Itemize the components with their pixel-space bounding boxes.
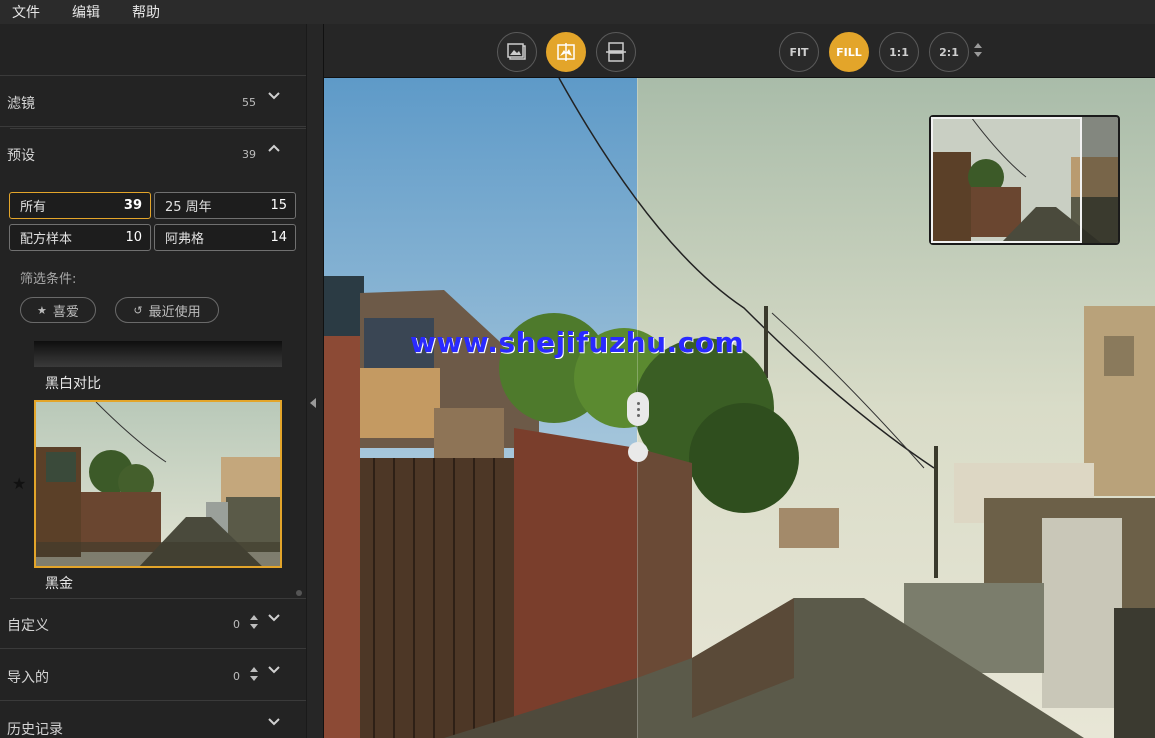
section-filters-count: 55 [242, 96, 256, 109]
preset-thumbnail-selected[interactable] [34, 400, 282, 568]
sidebar-top-area [0, 24, 306, 76]
menu-bar: 文件 编辑 帮助 [0, 0, 1155, 24]
divider [10, 128, 306, 129]
chip-count: 14 [270, 230, 287, 245]
section-custom-title: 自定义 [7, 618, 49, 634]
navigator-viewport-rect[interactable] [931, 117, 1082, 243]
zoom-1to1-button[interactable]: 1:1 [879, 32, 919, 72]
zoom-stepper-icon[interactable] [973, 42, 983, 62]
section-custom[interactable]: 自定义 0 [0, 599, 306, 649]
split-view-button[interactable] [546, 32, 586, 72]
sort-stepper-icon[interactable] [249, 614, 259, 634]
menu-edit[interactable]: 编辑 [72, 2, 100, 22]
preset-label: 黑白对比 [45, 376, 101, 392]
section-imported[interactable]: 导入的 0 [0, 651, 306, 701]
chip-count: 39 [123, 198, 142, 213]
image-icon [507, 43, 526, 60]
menu-help[interactable]: 帮助 [132, 2, 160, 22]
favorite-star-icon[interactable]: ★ [12, 474, 26, 493]
section-presets[interactable]: 预设 39 [0, 129, 306, 179]
star-icon: ★ [37, 303, 47, 317]
menu-file[interactable]: 文件 [12, 2, 40, 22]
preset-label: 黑金 [45, 576, 73, 592]
section-history-title: 历史记录 [7, 722, 63, 738]
side-by-side-view-button[interactable] [596, 32, 636, 72]
sidebar-resize-handle[interactable] [306, 24, 324, 738]
chip-label: 25 周年 [165, 200, 212, 215]
scrollbar-thumb[interactable] [296, 590, 302, 596]
viewer-toolbar [324, 24, 1155, 78]
preset-preview-image [36, 402, 280, 566]
section-imported-count: 0 [233, 670, 240, 683]
split-compare-icon [557, 43, 575, 61]
stacked-compare-icon [606, 42, 626, 62]
chip-count: 10 [125, 230, 142, 245]
section-filters-title: 滤镜 [7, 96, 35, 112]
watermark-text: www.shejifuzhu.com [410, 326, 745, 359]
zoom-fill-button[interactable]: FILL [829, 32, 869, 72]
chevron-up-icon[interactable] [268, 143, 280, 153]
filter-conditions-label: 筛选条件: [20, 272, 77, 287]
zoom-fit-button[interactable]: FIT [779, 32, 819, 72]
section-presets-count: 39 [242, 148, 256, 161]
split-swap-handle[interactable] [628, 442, 648, 462]
chip-recipe-samples[interactable]: 配方样本 10 [9, 224, 151, 251]
sort-stepper-icon[interactable] [249, 666, 259, 686]
zoom-2to1-button[interactable]: 2:1 [929, 32, 969, 72]
chevron-down-icon[interactable] [268, 717, 280, 727]
section-presets-title: 预设 [7, 148, 35, 164]
chip-afg[interactable]: 阿弗格 14 [154, 224, 296, 251]
chip-label: 阿弗格 [165, 232, 205, 247]
preset-thumbnail[interactable] [34, 341, 282, 367]
recent-filter-button[interactable]: ↺ 最近使用 [115, 297, 219, 323]
section-custom-count: 0 [233, 618, 240, 631]
chip-count: 15 [270, 198, 287, 213]
section-filters[interactable]: 滤镜 55 [0, 77, 306, 127]
chip-label: 所有 [20, 200, 47, 215]
collapse-sidebar-icon[interactable] [310, 398, 316, 408]
section-history[interactable]: 历史记录 [0, 703, 306, 738]
section-imported-title: 导入的 [7, 670, 49, 686]
favorites-filter-button[interactable]: ★ 喜爱 [20, 297, 96, 323]
chevron-down-icon[interactable] [268, 665, 280, 675]
favorites-label: 喜爱 [52, 304, 79, 320]
split-drag-handle[interactable] [627, 392, 649, 426]
chip-25th-anniversary[interactable]: 25 周年 15 [154, 192, 296, 219]
recent-label: 最近使用 [148, 304, 201, 320]
chevron-down-icon[interactable] [268, 613, 280, 623]
chip-all[interactable]: 所有 39 [9, 192, 151, 219]
image-view-button[interactable] [497, 32, 537, 72]
history-icon: ↺ [133, 303, 143, 317]
chip-label: 配方样本 [20, 232, 73, 247]
chevron-down-icon[interactable] [268, 91, 280, 101]
